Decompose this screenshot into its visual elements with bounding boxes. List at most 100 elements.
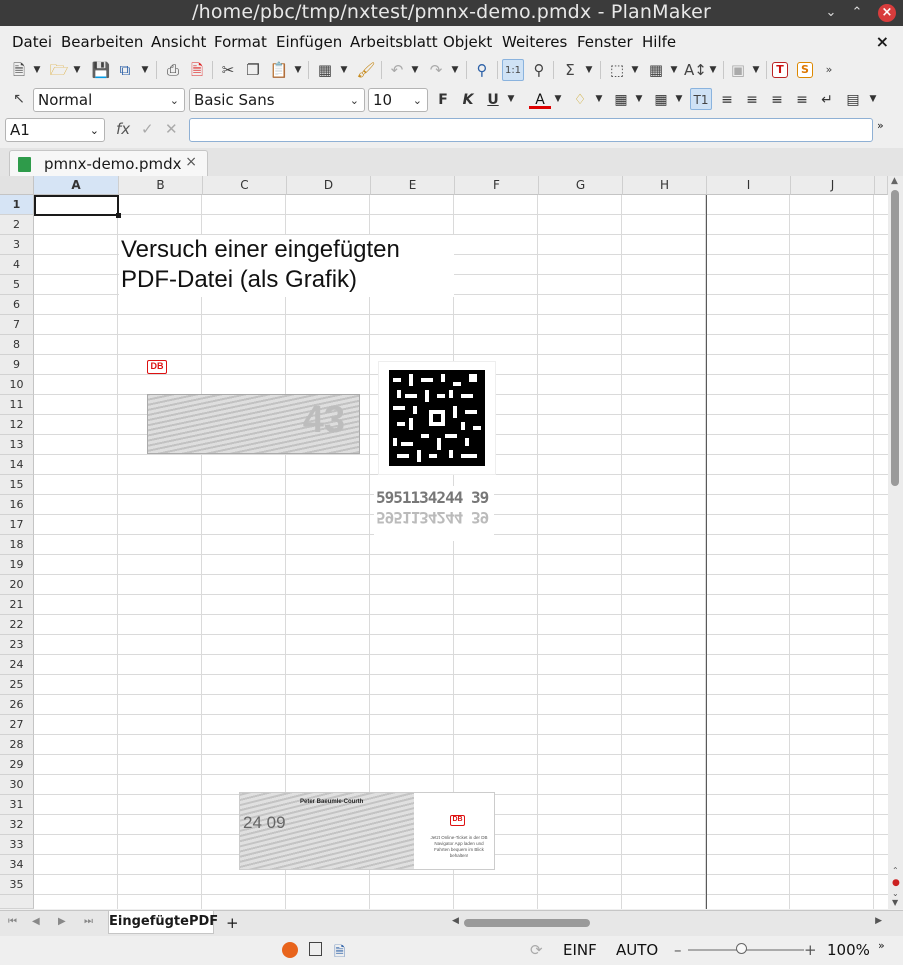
first-sheet-icon[interactable]: ⏮: [8, 916, 17, 927]
export-pdf-icon[interactable]: 🗎: [186, 59, 208, 81]
bold-button[interactable]: F: [432, 89, 454, 111]
column-header[interactable]: A: [34, 176, 119, 195]
row-header[interactable]: 7: [0, 315, 34, 335]
font-color-button[interactable]: A: [529, 89, 551, 109]
save-dropdown-icon[interactable]: ▼: [140, 59, 150, 81]
zoom-level[interactable]: 100%: [827, 941, 870, 959]
open-dropdown-icon[interactable]: ▼: [72, 59, 82, 81]
format-painter-icon[interactable]: 🖌: [355, 59, 377, 81]
page-marker-icon[interactable]: ●: [892, 878, 900, 888]
fill-color-icon[interactable]: ♢: [569, 89, 591, 111]
paste-dropdown-icon[interactable]: ▼: [293, 59, 303, 81]
column-header[interactable]: H: [623, 176, 707, 195]
paste-icon[interactable]: 📋: [268, 59, 290, 81]
redo-dropdown-icon[interactable]: ▼: [450, 59, 460, 81]
close-document-icon[interactable]: ×: [876, 32, 889, 51]
undo-dropdown-icon[interactable]: ▼: [410, 59, 420, 81]
underline-button[interactable]: U: [482, 89, 504, 111]
last-sheet-icon[interactable]: ⏭: [84, 916, 93, 927]
row-header[interactable]: 14: [0, 455, 34, 475]
protect-dropdown-icon[interactable]: ▼: [751, 59, 761, 81]
zoom-in-button[interactable]: +: [804, 941, 817, 959]
cell-reference-box[interactable]: A1 ⌄: [5, 118, 105, 142]
merge-cells-icon[interactable]: ▤: [842, 89, 864, 111]
recalculate-icon[interactable]: ⟳: [530, 941, 543, 959]
presentations-icon[interactable]: S: [797, 62, 813, 78]
sort-icon[interactable]: A↕: [684, 59, 707, 81]
sum-dropdown-icon[interactable]: ▼: [584, 59, 594, 81]
row-header[interactable]: 23: [0, 635, 34, 655]
row-header[interactable]: 6: [0, 295, 34, 315]
row-header[interactable]: 16: [0, 495, 34, 515]
scroll-up-icon[interactable]: ▲: [891, 176, 898, 186]
print-icon[interactable]: ⎙: [162, 59, 184, 81]
scroll-left-icon[interactable]: ◀: [452, 916, 459, 926]
column-header[interactable]: I: [707, 176, 791, 195]
cell-format-dropdown-icon[interactable]: ▼: [339, 59, 349, 81]
zoom-icon[interactable]: ⚲: [528, 59, 550, 81]
row-header[interactable]: 11: [0, 395, 34, 415]
page-down-icon[interactable]: ⌄: [892, 889, 899, 898]
save-icon[interactable]: 💾: [90, 59, 112, 81]
row-header[interactable]: 22: [0, 615, 34, 635]
menu-objekt[interactable]: Objekt: [443, 33, 492, 51]
row-header[interactable]: 17: [0, 515, 34, 535]
next-sheet-icon[interactable]: ▶: [58, 916, 66, 927]
search-icon[interactable]: ⚲: [471, 59, 493, 81]
sum-icon[interactable]: Σ: [559, 59, 581, 81]
select-all-corner[interactable]: [0, 176, 34, 195]
borders-dropdown-icon[interactable]: ▼: [634, 88, 644, 110]
zoom-slider-handle[interactable]: [736, 943, 747, 954]
row-header[interactable]: 25: [0, 675, 34, 695]
insert-table-icon[interactable]: ▦: [645, 59, 667, 81]
qr-code-image[interactable]: [378, 361, 496, 475]
function-icon[interactable]: fx: [116, 120, 130, 138]
close-window-icon[interactable]: ×: [878, 4, 896, 22]
column-header[interactable]: E: [371, 176, 455, 195]
column-header[interactable]: J: [791, 176, 875, 195]
row-header[interactable]: 27: [0, 715, 34, 735]
font-size-select[interactable]: 10 ⌄: [368, 88, 428, 112]
merge-dropdown-icon[interactable]: ▼: [868, 88, 878, 110]
cell-style-icon[interactable]: ▦: [650, 89, 672, 111]
align-right-icon[interactable]: ≡: [766, 89, 788, 111]
menu-hilfe[interactable]: Hilfe: [642, 33, 676, 51]
column-header[interactable]: G: [539, 176, 623, 195]
row-header[interactable]: 19: [0, 555, 34, 575]
confirm-icon[interactable]: ✓: [141, 120, 154, 138]
insert-frame-icon[interactable]: ⬚: [606, 59, 628, 81]
menu-format[interactable]: Format: [214, 33, 267, 51]
row-header[interactable]: 21: [0, 595, 34, 615]
row-header[interactable]: 1: [0, 195, 34, 215]
font-color-dropdown-icon[interactable]: ▼: [553, 88, 563, 110]
column-header[interactable]: D: [287, 176, 371, 195]
row-header[interactable]: 12: [0, 415, 34, 435]
row-header[interactable]: 13: [0, 435, 34, 455]
borders-icon[interactable]: ▦: [610, 89, 632, 111]
column-header[interactable]: B: [119, 176, 203, 195]
row-header[interactable]: 5: [0, 275, 34, 295]
scroll-down-icon[interactable]: ▼: [892, 898, 898, 907]
row-header[interactable]: 4: [0, 255, 34, 275]
row-header[interactable]: [0, 895, 34, 909]
row-header[interactable]: 32: [0, 815, 34, 835]
row-header[interactable]: 9: [0, 355, 34, 375]
row-header[interactable]: 2: [0, 215, 34, 235]
vertical-scroll-thumb[interactable]: [891, 190, 899, 486]
undo-icon[interactable]: ↶: [386, 59, 408, 81]
font-select[interactable]: Basic Sans ⌄: [189, 88, 365, 112]
page-view-icon[interactable]: [309, 942, 322, 956]
protect-icon[interactable]: ▣: [727, 59, 749, 81]
row-header[interactable]: 33: [0, 835, 34, 855]
ticket-security-stamp-image[interactable]: 43: [147, 394, 360, 454]
row-header[interactable]: 29: [0, 755, 34, 775]
row-header[interactable]: 3: [0, 235, 34, 255]
open-folder-icon[interactable]: 🗁: [48, 59, 70, 81]
active-cell-cursor[interactable]: [34, 195, 121, 218]
document-tab[interactable]: pmnx-demo.pmdx ×: [9, 150, 208, 176]
style-select[interactable]: Normal ⌄: [33, 88, 185, 112]
firefox-icon[interactable]: [282, 942, 298, 958]
new-dropdown-icon[interactable]: ▼: [32, 59, 42, 81]
row-header[interactable]: 8: [0, 335, 34, 355]
previous-sheet-icon[interactable]: ◀: [32, 916, 40, 927]
